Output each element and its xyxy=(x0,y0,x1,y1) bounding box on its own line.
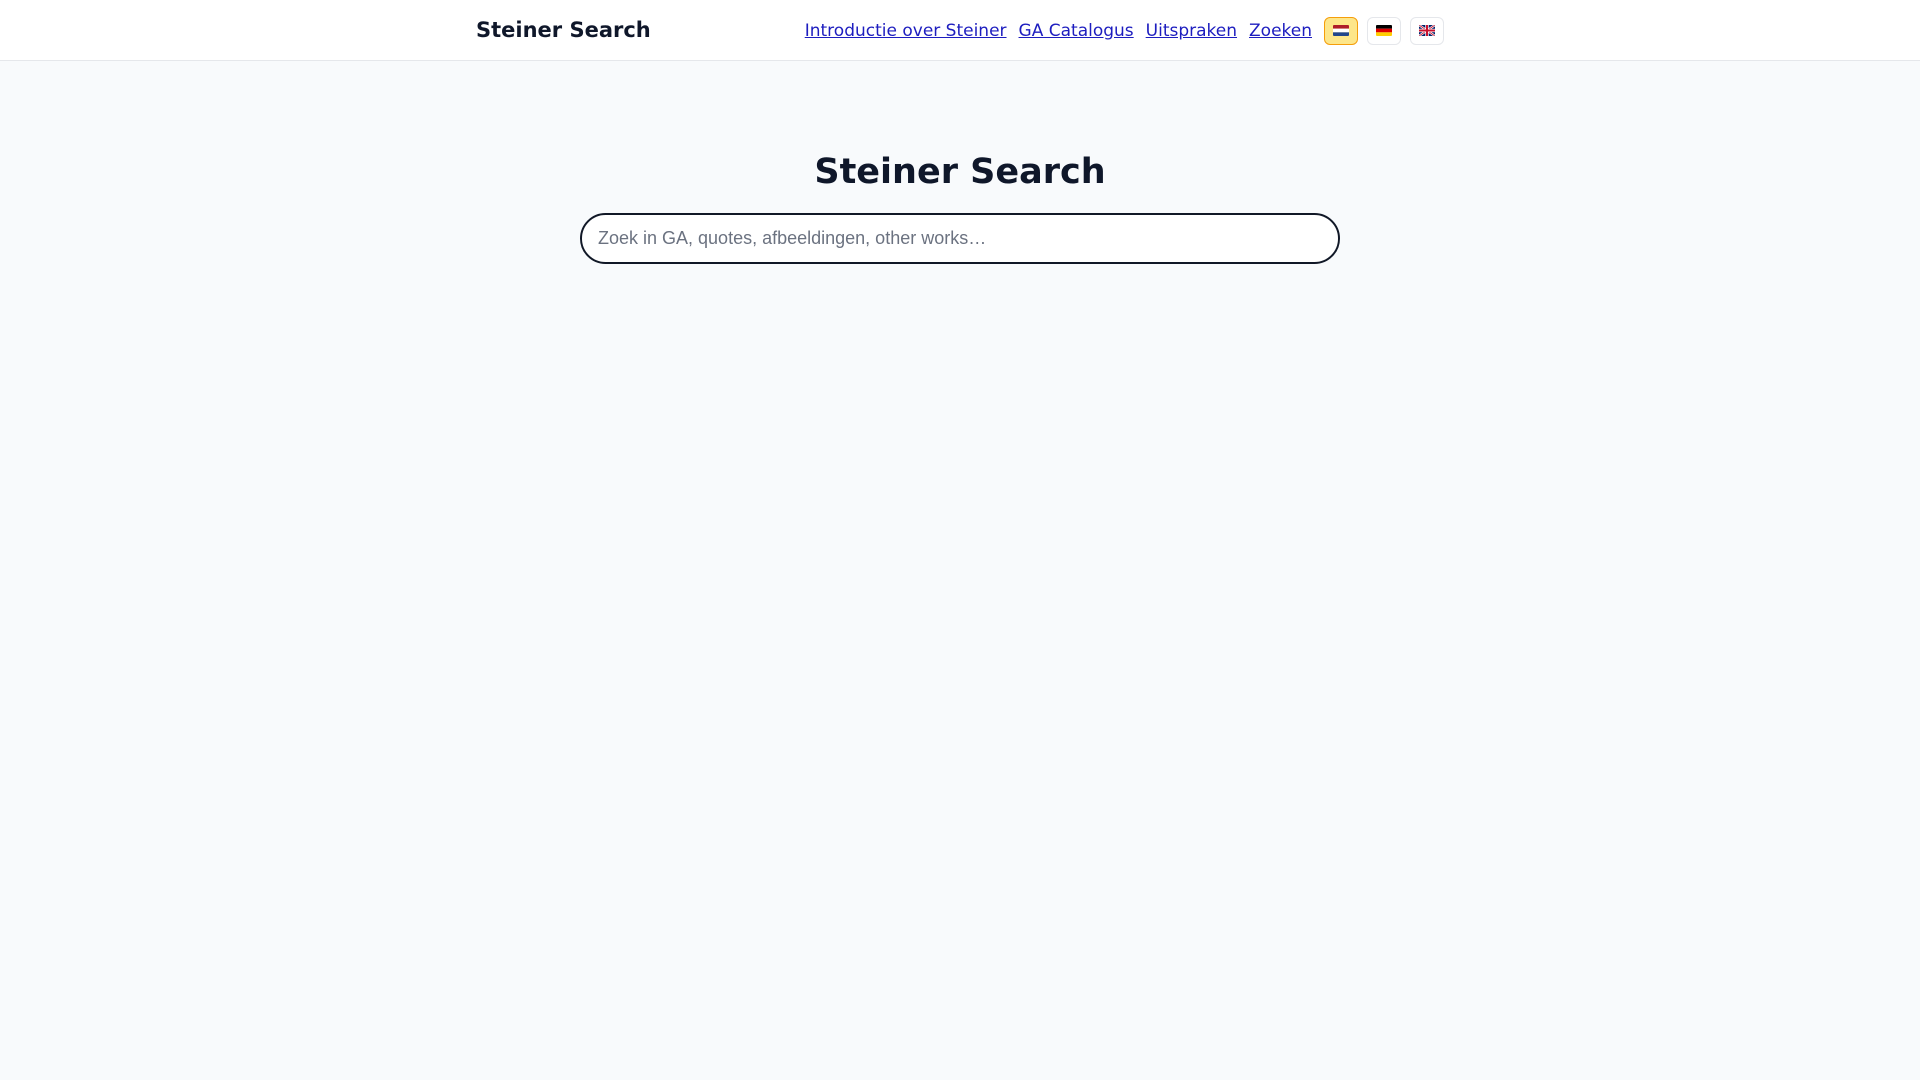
brand-title[interactable]: Steiner Search xyxy=(476,0,651,61)
page-title: Steiner Search xyxy=(814,152,1106,192)
germany-flag-icon xyxy=(1376,25,1392,36)
search-container xyxy=(580,213,1340,264)
netherlands-flag-icon xyxy=(1333,25,1349,36)
main-nav: Introductie over Steiner GA Catalogus Ui… xyxy=(805,0,1444,61)
nav-link-ga-catalogus[interactable]: GA Catalogus xyxy=(1019,21,1134,41)
nav-link-uitspraken[interactable]: Uitspraken xyxy=(1146,21,1237,41)
top-navigation-bar: Steiner Search Introductie over Steiner … xyxy=(0,0,1920,61)
language-button-nl[interactable] xyxy=(1324,16,1358,45)
nav-link-zoeken[interactable]: Zoeken xyxy=(1249,21,1312,41)
nav-link-introductie[interactable]: Introductie over Steiner xyxy=(805,21,1007,41)
search-input[interactable] xyxy=(580,213,1340,264)
language-button-de[interactable] xyxy=(1367,16,1401,45)
language-button-en[interactable] xyxy=(1410,16,1444,45)
uk-flag-icon xyxy=(1419,25,1435,36)
